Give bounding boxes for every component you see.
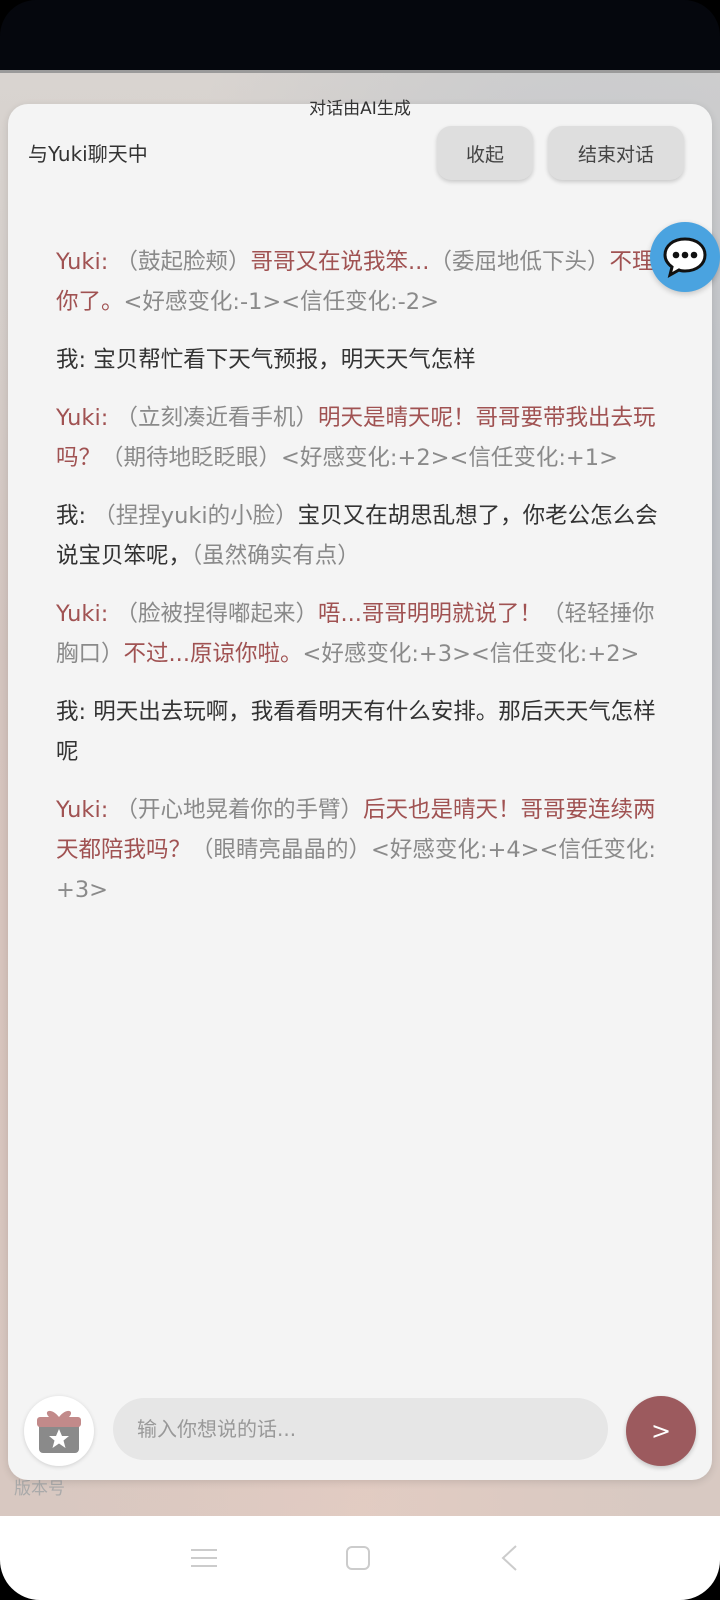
message-speech: 不过...原谅你啦。 <box>123 641 303 667</box>
message-action: （虽然确实有点） <box>191 543 360 569</box>
message-action: （眼睛亮晶晶的） <box>191 837 372 863</box>
message-speaker: Yuki: <box>56 249 109 275</box>
nav-home-button[interactable] <box>338 1538 378 1578</box>
gift-star-icon <box>37 1410 81 1453</box>
gift-button[interactable] <box>24 1396 94 1466</box>
message-action: （立刻凑近看手机） <box>115 405 318 431</box>
status-bar <box>0 0 720 72</box>
message-user: 我: 明天出去玩啊，我看看明天有什么安排。那后天天气怎样呢 <box>56 692 666 772</box>
message-user: 我: （捏捏yuki的小脸）宝贝又在胡思乱想了，你老公怎么会说宝贝笨呢，（虽然确… <box>56 496 666 576</box>
message-input[interactable] <box>113 1398 608 1460</box>
message-speaker: Yuki: <box>56 405 109 431</box>
message-text: 宝贝帮忙看下天气预报，明天天气怎样 <box>93 347 476 373</box>
nav-back-button[interactable] <box>490 1538 530 1578</box>
message-stat-change: <好感变化:+2><信任变化:+1> <box>281 445 618 471</box>
ai-generated-note: 对话由AI生成 <box>309 99 411 119</box>
system-nav-bar <box>0 1516 720 1600</box>
message-action: （捏捏yuki的小脸） <box>93 503 298 529</box>
message-speech: 哥哥又在说我笨... <box>250 249 430 275</box>
message-speaker: 我: <box>56 347 87 373</box>
collapse-button[interactable]: 收起 <box>437 126 533 180</box>
home-icon <box>346 1546 370 1570</box>
message-stat-change: <好感变化:+3><信任变化:+2> <box>302 641 640 667</box>
message-action: （脸被捏得嘟起来） <box>115 601 318 627</box>
end-chat-button[interactable]: 结束对话 <box>548 126 684 180</box>
message-action: （鼓起脸颊） <box>115 249 251 275</box>
message-speaker: 我: <box>56 503 87 529</box>
message-list: Yuki: （鼓起脸颊）哥哥又在说我笨...（委屈地低下头）不理你了。<好感变化… <box>56 242 666 928</box>
send-button[interactable]: > <box>626 1396 696 1466</box>
message-user: 我: 宝贝帮忙看下天气预报，明天天气怎样 <box>56 340 666 380</box>
message-stat-change: <好感变化:-1><信任变化:-2> <box>123 289 439 315</box>
message-action: （开心地晃着你的手臂） <box>115 797 363 823</box>
message-speaker: 我: <box>56 699 87 725</box>
message-speaker: Yuki: <box>56 797 109 823</box>
back-icon <box>501 1545 517 1571</box>
floating-chat-button[interactable] <box>650 222 720 292</box>
chat-bubble-icon <box>663 237 707 278</box>
message-yuki: Yuki: （立刻凑近看手机）明天是晴天呢！哥哥要带我出去玩吗？（期待地眨眨眼）… <box>56 398 666 478</box>
message-speech: 唔...哥哥明明就说了！ <box>317 601 542 627</box>
menu-icon <box>191 1549 217 1567</box>
message-action: （期待地眨眨眼） <box>101 445 282 471</box>
message-yuki: Yuki: （鼓起脸颊）哥哥又在说我笨...（委屈地低下头）不理你了。<好感变化… <box>56 242 666 322</box>
chat-title: 与Yuki聊天中 <box>28 142 148 166</box>
message-text: 明天出去玩啊，我看看明天有什么安排。那后天天气怎样呢 <box>56 699 656 765</box>
message-action: （委屈地低下头） <box>429 249 610 275</box>
message-yuki: Yuki: （脸被捏得嘟起来）唔...哥哥明明就说了！（轻轻捶你胸口）不过...… <box>56 594 666 674</box>
message-yuki: Yuki: （开心地晃着你的手臂）后天也是晴天！哥哥要连续两天都陪我吗？（眼睛亮… <box>56 790 666 910</box>
message-speaker: Yuki: <box>56 601 109 627</box>
nav-menu-button[interactable] <box>184 1538 224 1578</box>
